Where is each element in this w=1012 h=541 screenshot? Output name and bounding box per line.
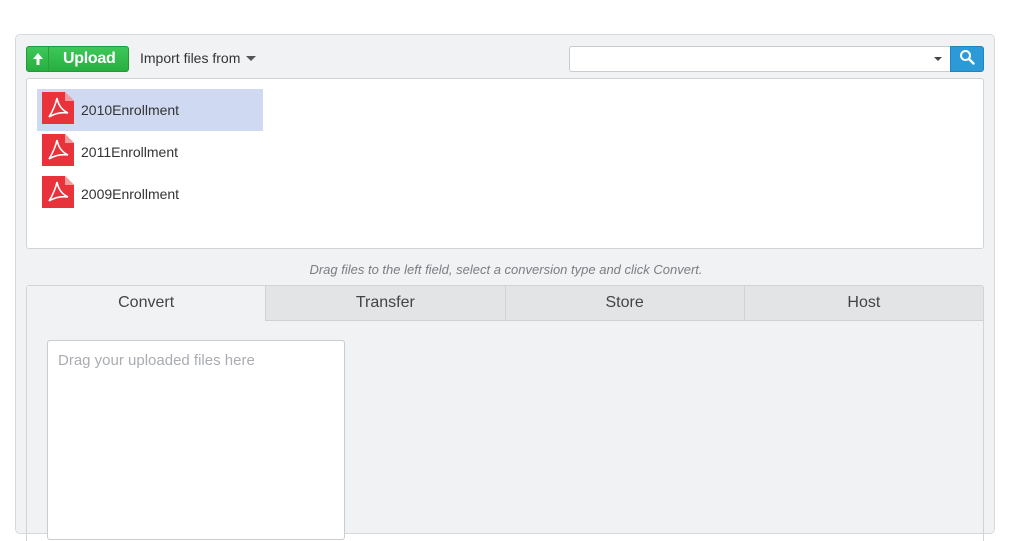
pdf-icon (37, 175, 81, 214)
up-arrow-icon (27, 47, 49, 71)
caret-down-icon (246, 55, 257, 61)
file-manager-panel: Upload Import files from 2010Enrollment … (15, 34, 995, 541)
uploaded-files-list: 2010Enrollment 2011Enrollment 2009Enroll… (26, 78, 984, 249)
import-files-dropdown[interactable]: Import files from (140, 50, 257, 66)
instruction-hint: Drag files to the left field, select a c… (309, 262, 703, 277)
drop-zone-placeholder: Drag your uploaded files here (58, 352, 255, 369)
search-dropdown-caret-icon[interactable] (934, 57, 942, 61)
pdf-icon (37, 91, 81, 130)
search-input[interactable] (569, 46, 950, 72)
search-button[interactable] (950, 46, 984, 72)
tab-convert[interactable]: Convert (27, 286, 266, 321)
file-drop-zone[interactable]: Drag your uploaded files here (47, 340, 345, 540)
search-bar (569, 46, 984, 72)
tab-transfer[interactable]: Transfer (265, 286, 505, 321)
tab-content-convert: Drag your uploaded files here (26, 321, 984, 541)
file-item[interactable]: 2010Enrollment (37, 89, 263, 131)
file-item[interactable]: 2009Enrollment (37, 173, 263, 215)
tab-host[interactable]: Host (743, 286, 983, 321)
file-item[interactable]: 2011Enrollment (37, 131, 263, 173)
tab-store[interactable]: Store (504, 286, 744, 321)
file-name: 2010Enrollment (81, 102, 180, 118)
file-name: 2009Enrollment (81, 186, 180, 202)
import-label: Import files from (140, 50, 241, 66)
pdf-icon (37, 133, 81, 172)
search-icon (959, 49, 975, 70)
tab-bar: Convert Transfer Store Host (26, 285, 984, 321)
upload-label: Upload (63, 50, 116, 67)
file-name: 2011Enrollment (81, 144, 179, 160)
upload-button[interactable]: Upload (26, 46, 129, 72)
